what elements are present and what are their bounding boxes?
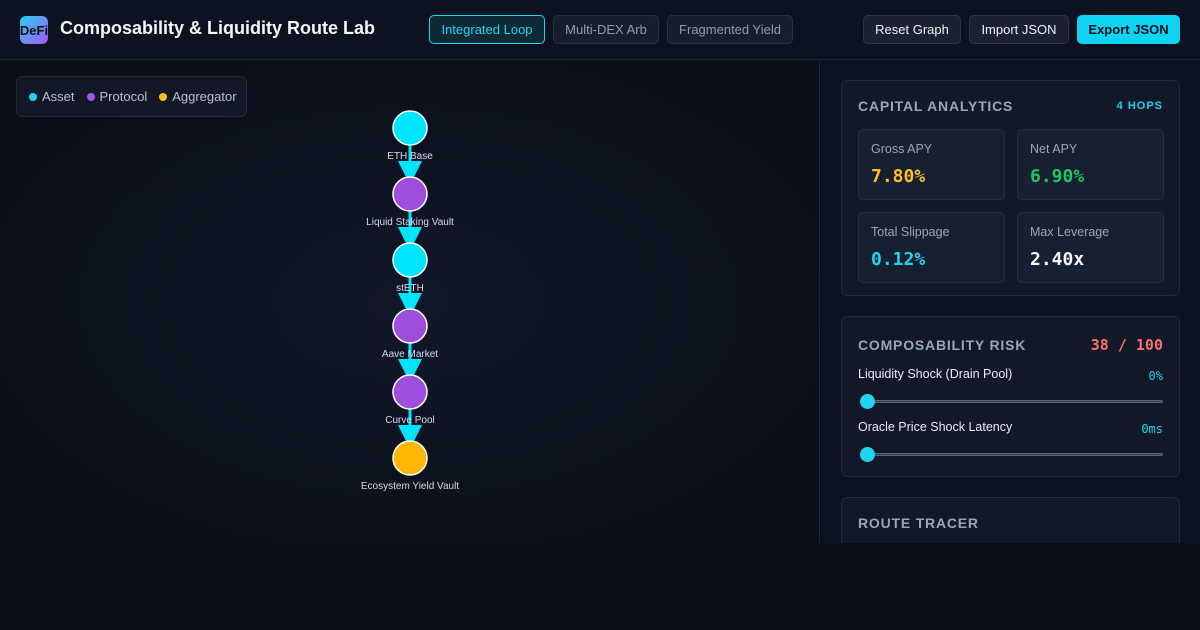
metric-value: 2.40x xyxy=(1030,249,1085,270)
route-tracer-card: ROUTE TRACER xyxy=(841,497,1180,543)
metric-value: 6.90% xyxy=(1030,166,1085,187)
oracle-latency-slider[interactable] xyxy=(860,447,1163,462)
metric-label: Total Slippage xyxy=(871,225,950,239)
slider-label: Oracle Price Shock Latency xyxy=(858,420,1013,434)
export-json-button[interactable]: Export JSON xyxy=(1077,15,1180,44)
metric-max-leverage: Max Leverage 2.40x xyxy=(1017,212,1164,283)
slider-value: 0% xyxy=(1148,369,1163,383)
card-title: ROUTE TRACER xyxy=(858,515,979,531)
metric-net-apy: Net APY 6.90% xyxy=(1017,129,1164,200)
metric-label: Gross APY xyxy=(871,142,933,156)
preset-multi-dex-arb[interactable]: Multi-DEX Arb xyxy=(553,15,659,44)
card-title: COMPOSABILITY RISK xyxy=(858,337,1027,353)
graph-node-label: stETH xyxy=(396,283,424,294)
card-title: CAPITAL ANALYTICS xyxy=(858,98,1014,114)
graph-canvas[interactable]: Asset Protocol Aggregator ETH Base Liquid… xyxy=(0,60,820,543)
top-bar: DeFi Composability & Liquidity Route Lab… xyxy=(0,0,1200,60)
slider-thumb[interactable] xyxy=(860,447,875,462)
capital-analytics-card: CAPITAL ANALYTICS 4 HOPS Gross APY 7.80%… xyxy=(841,80,1180,296)
sidebar: CAPITAL ANALYTICS 4 HOPS Gross APY 7.80%… xyxy=(821,60,1200,543)
graph-node-label: Curve Pool xyxy=(385,415,434,426)
graph-node-protocol[interactable] xyxy=(392,374,428,410)
graph-node-aggregator[interactable] xyxy=(392,440,428,476)
composability-risk-card: COMPOSABILITY RISK 38 / 100 Liquidity Sh… xyxy=(841,316,1180,477)
app-logo: DeFi xyxy=(20,16,48,44)
graph-node-label: Ecosystem Yield Vault xyxy=(361,481,459,492)
preset-fragmented-yield[interactable]: Fragmented Yield xyxy=(667,15,793,44)
hops-badge: 4 HOPS xyxy=(1116,100,1163,112)
graph-node-label: Aave Market xyxy=(382,349,438,360)
app-title: Composability & Liquidity Route Lab xyxy=(60,18,375,38)
metric-value: 0.12% xyxy=(871,249,926,270)
preset-integrated-loop[interactable]: Integrated Loop xyxy=(429,15,545,44)
liquidity-shock-slider[interactable] xyxy=(860,394,1163,409)
slider-thumb[interactable] xyxy=(860,394,875,409)
graph-node-asset[interactable] xyxy=(392,242,428,278)
metric-gross-apy: Gross APY 7.80% xyxy=(858,129,1005,200)
metric-label: Max Leverage xyxy=(1030,225,1110,239)
reset-graph-button[interactable]: Reset Graph xyxy=(863,15,961,44)
slider-value: 0ms xyxy=(1141,422,1163,436)
import-json-button[interactable]: Import JSON xyxy=(969,15,1069,44)
route-graph[interactable]: ETH Base Liquid Staking Vault stETH Aave Ma… xyxy=(0,60,820,543)
metric-value: 7.80% xyxy=(871,166,926,187)
graph-node-label: Liquid Staking Vault xyxy=(366,217,454,228)
slider-label: Liquidity Shock (Drain Pool) xyxy=(858,367,1013,381)
graph-node-protocol[interactable] xyxy=(392,308,428,344)
metric-total-slippage: Total Slippage 0.12% xyxy=(858,212,1005,283)
metric-label: Net APY xyxy=(1030,142,1078,156)
risk-score: 38 / 100 xyxy=(1090,336,1163,354)
graph-node-protocol[interactable] xyxy=(392,176,428,212)
graph-node-asset[interactable] xyxy=(392,110,428,146)
graph-node-label: ETH Base xyxy=(387,151,433,162)
